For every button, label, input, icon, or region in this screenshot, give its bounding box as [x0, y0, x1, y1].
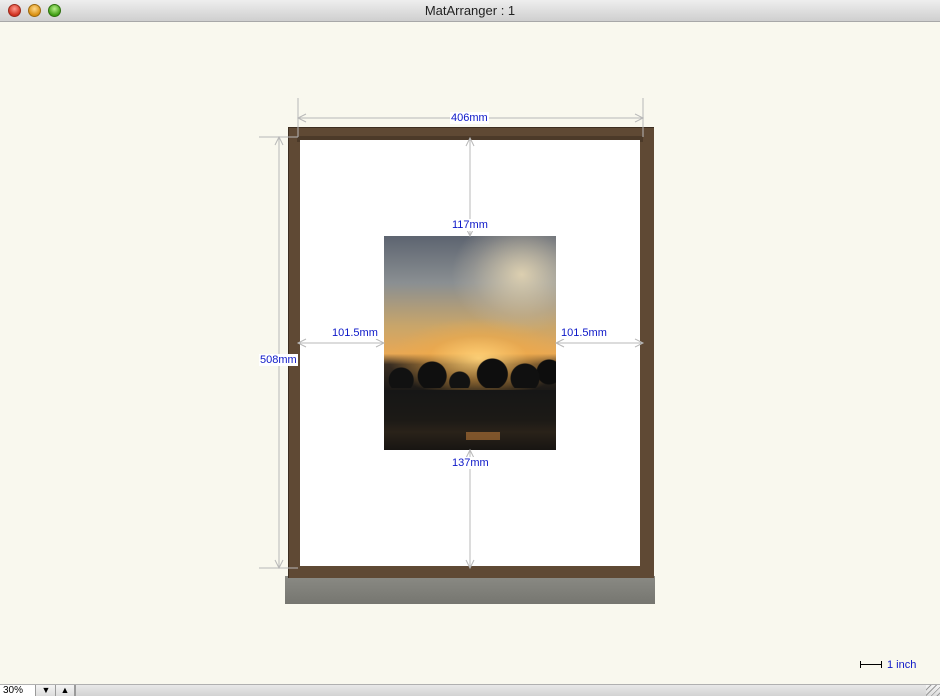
triangle-down-icon: ▼	[41, 685, 51, 695]
photo-reflection	[466, 432, 500, 440]
top-margin-label: 117mm	[451, 219, 489, 231]
frame-width-label: 406mm	[450, 112, 489, 124]
zoom-level-field[interactable]: 30%	[0, 685, 36, 696]
frame-height-label: 508mm	[259, 354, 298, 366]
scale-indicator: 1 inch	[860, 657, 940, 673]
scale-bar	[860, 661, 882, 668]
zoom-out-button[interactable]: ▼	[37, 685, 56, 696]
resize-grip-icon[interactable]	[926, 685, 940, 696]
status-bar: 30% ▼ ▲	[0, 684, 940, 696]
window-title: MatArranger : 1	[424, 3, 516, 18]
photo-water	[384, 390, 556, 450]
left-margin-label: 101.5mm	[331, 327, 379, 339]
photo-tree-silhouette	[384, 348, 556, 388]
right-margin-label: 101.5mm	[560, 327, 608, 339]
frame-shadow	[285, 576, 655, 604]
scale-label: 1 inch	[887, 659, 917, 671]
zoom-in-button[interactable]: ▲	[56, 685, 75, 696]
photo-image[interactable]	[384, 236, 556, 450]
horizontal-scrollbar[interactable]	[75, 685, 926, 696]
bottom-margin-label: 137mm	[451, 457, 490, 469]
triangle-up-icon: ▲	[60, 685, 70, 695]
title-bar: MatArranger : 1	[0, 0, 940, 22]
